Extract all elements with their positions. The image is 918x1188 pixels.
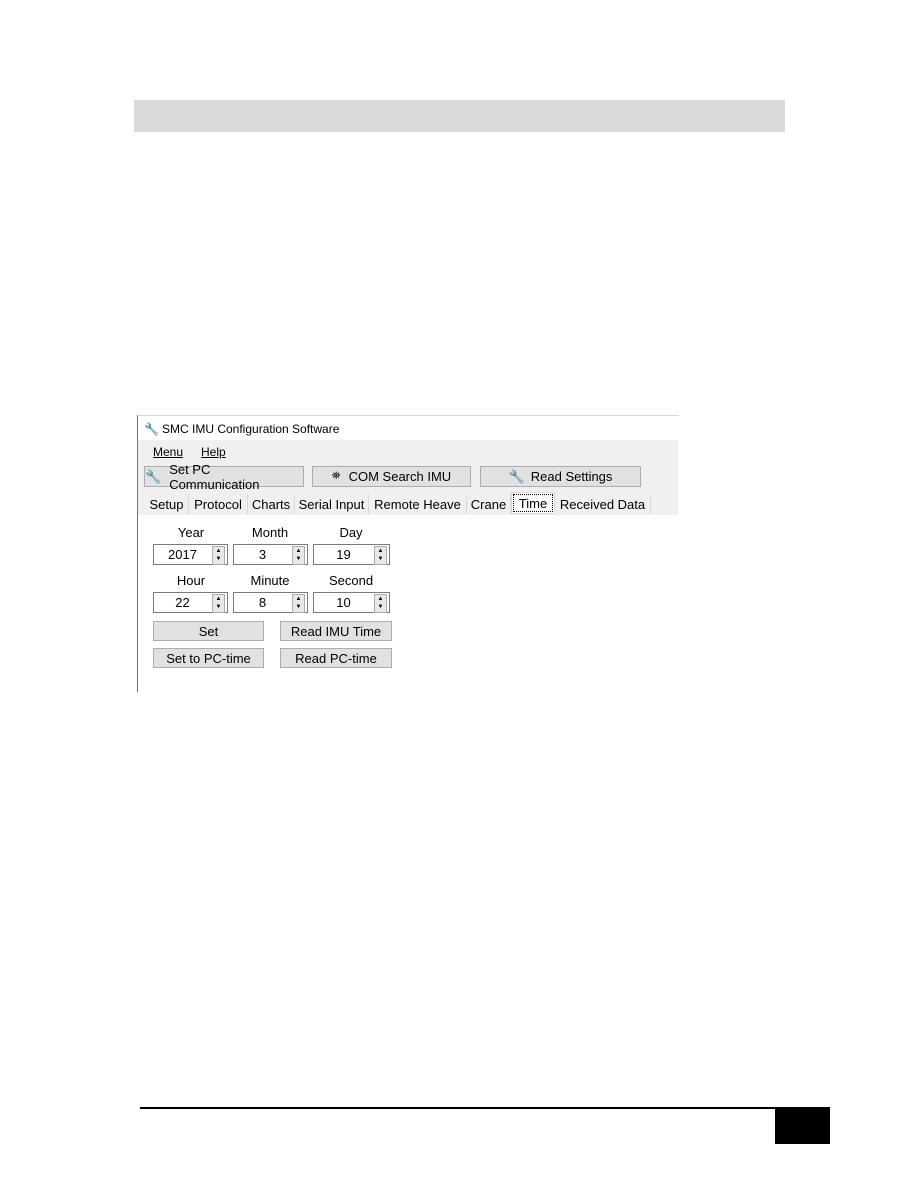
wrench-icon: 🔧 [145, 468, 162, 484]
spin-arrows-icon[interactable]: ▲ ▼ [292, 594, 305, 613]
page-number-box [775, 1109, 830, 1144]
tab-received-data[interactable]: Received Data [555, 494, 651, 514]
read-settings-button[interactable]: 🔧 Read Settings [480, 466, 641, 487]
tab-crane[interactable]: Crane [467, 494, 511, 514]
menu-item-help[interactable]: Help [201, 445, 226, 459]
year-label: Year [177, 525, 205, 540]
day-stepper[interactable]: 19 ▲ ▼ [313, 544, 390, 565]
footer-rule [140, 1107, 830, 1109]
tab-charts[interactable]: Charts [248, 494, 295, 514]
spin-arrows-icon[interactable]: ▲ ▼ [374, 594, 387, 613]
year-stepper[interactable]: 2017 ▲ ▼ [153, 544, 228, 565]
spin-arrows-icon[interactable]: ▲ ▼ [212, 546, 225, 565]
wrench-icon: 🔧 [508, 468, 525, 484]
wrench-icon: 🔧 [144, 422, 159, 436]
hour-label: Hour [176, 573, 206, 588]
second-stepper[interactable]: 10 ▲ ▼ [313, 592, 390, 613]
spin-arrows-icon[interactable]: ▲ ▼ [212, 594, 225, 613]
read-pc-time-button[interactable]: Read PC-time [280, 648, 392, 668]
com-search-imu-button[interactable]: ⛯ COM Search IMU [312, 466, 471, 487]
minute-label: Minute [250, 573, 290, 588]
hour-stepper[interactable]: 22 ▲ ▼ [153, 592, 228, 613]
spin-arrows-icon[interactable]: ▲ ▼ [292, 546, 305, 565]
menu-item-menu[interactable]: Menu [153, 445, 183, 459]
set-to-pc-time-button[interactable]: Set to PC-time [153, 648, 264, 668]
set-button[interactable]: Set [153, 621, 264, 641]
section-header-bar [134, 100, 785, 132]
tab-serial-input[interactable]: Serial Input [295, 494, 369, 514]
spin-arrows-icon[interactable]: ▲ ▼ [374, 546, 387, 565]
minute-stepper[interactable]: 8 ▲ ▼ [233, 592, 308, 613]
read-imu-time-button[interactable]: Read IMU Time [280, 621, 392, 641]
binoculars-icon: ⛯ [331, 470, 341, 482]
tab-time[interactable]: Time [511, 492, 555, 514]
month-label: Month [251, 525, 289, 540]
tab-remote-heave[interactable]: Remote Heave [369, 494, 467, 514]
day-label: Day [339, 525, 363, 540]
window-title: SMC IMU Configuration Software [162, 422, 340, 436]
month-stepper[interactable]: 3 ▲ ▼ [233, 544, 308, 565]
set-pc-communication-button[interactable]: 🔧 Set PC Communication [144, 462, 304, 492]
tab-setup[interactable]: Setup [145, 494, 189, 514]
tab-protocol[interactable]: Protocol [189, 494, 248, 514]
second-label: Second [328, 573, 374, 588]
